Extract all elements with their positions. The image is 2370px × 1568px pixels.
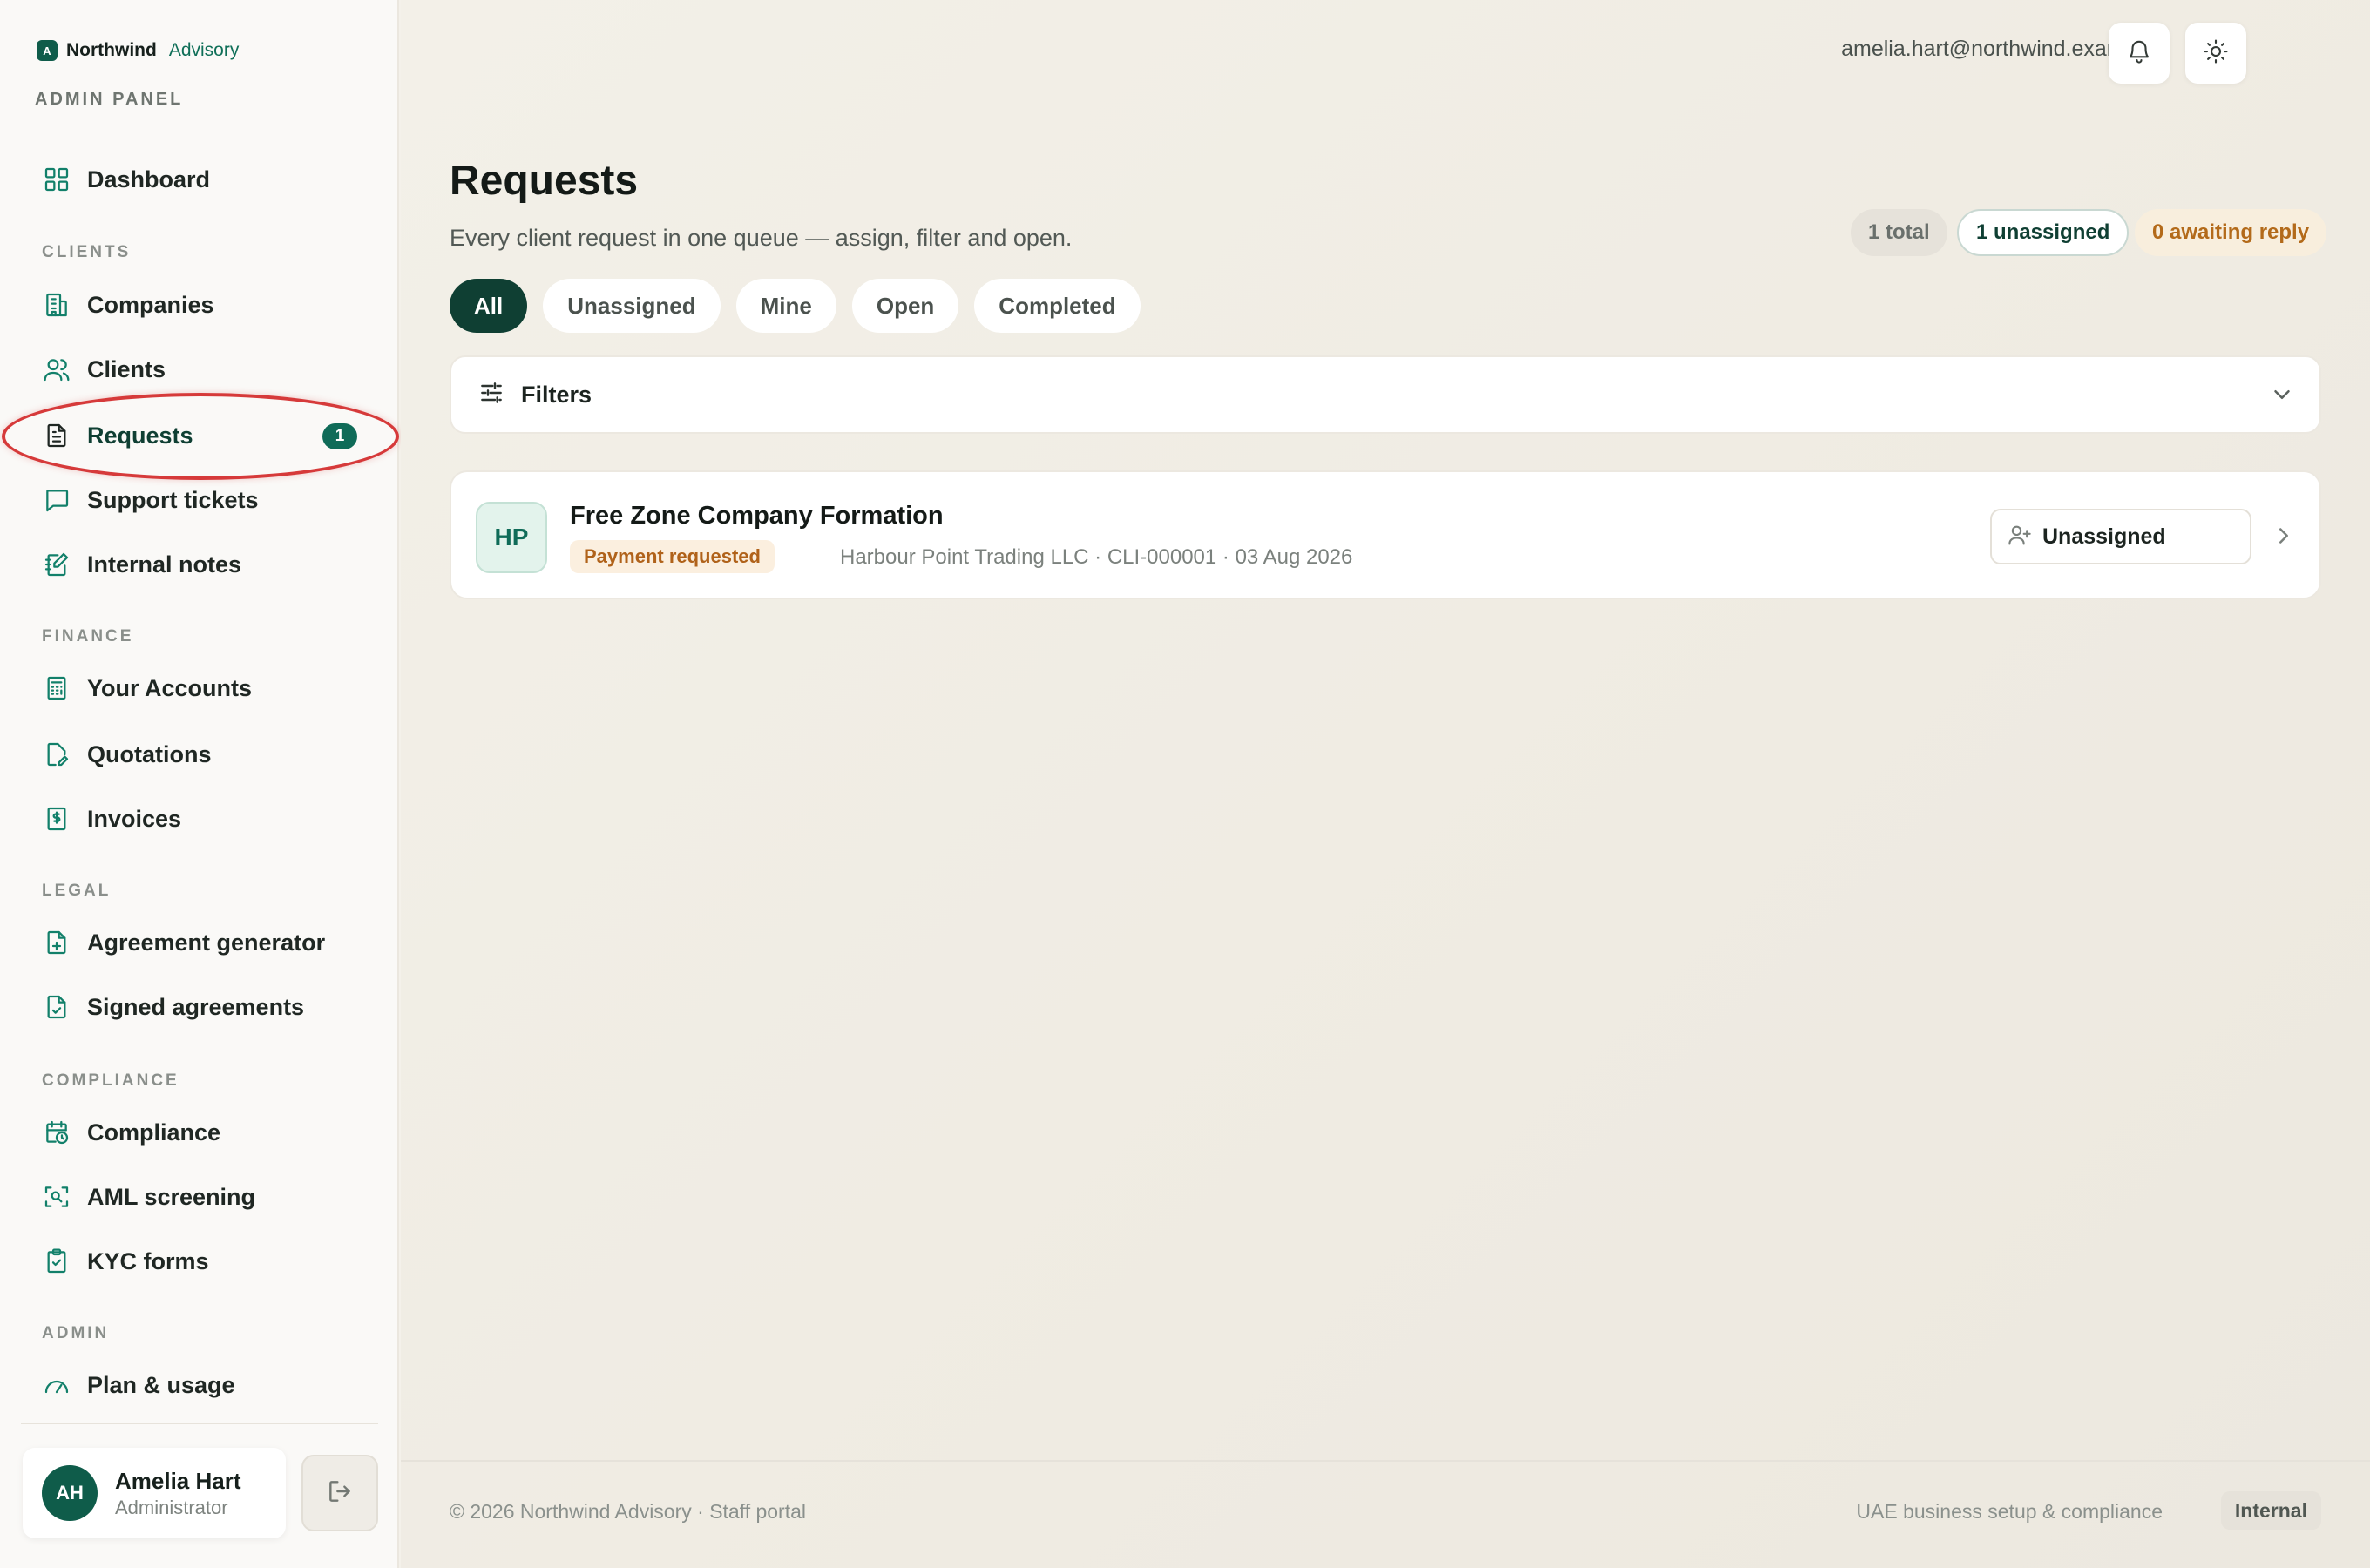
avatar: AH (42, 1465, 98, 1521)
user-card[interactable]: AH Amelia Hart Administrator (23, 1448, 286, 1538)
sidebar-divider (21, 1423, 378, 1424)
page-subtitle: Every client request in one queue — assi… (450, 225, 1073, 251)
user-name: Amelia Hart (115, 1467, 241, 1494)
sidebar-item-internal-notes[interactable]: Internal notes (35, 540, 366, 589)
section-label-finance: FINANCE (42, 627, 134, 645)
stat-unassigned-badge: 1 unassigned (1957, 209, 2130, 256)
file-check-icon (42, 992, 71, 1022)
logout-button[interactable] (301, 1455, 378, 1531)
sidebar-item-label: Signed agreements (87, 993, 305, 1020)
sidebar-item-label: KYC forms (87, 1247, 209, 1274)
request-title: Free Zone Company Formation (570, 502, 944, 530)
assign-label: Unassigned (2042, 524, 2166, 549)
user-info: Amelia Hart Administrator (115, 1468, 241, 1519)
calendar-clock-icon (42, 1118, 71, 1147)
chevron-down-icon (2269, 382, 2295, 412)
requests-count-badge: 1 (322, 423, 357, 449)
sidebar-item-invoices[interactable]: Invoices (35, 794, 366, 843)
note-edit-icon (42, 550, 71, 579)
tab-open[interactable]: Open (851, 279, 959, 333)
footer: © 2026 Northwind Advisory · Staff portal… (401, 1460, 2370, 1568)
footer-tagline: UAE business setup & compliance (1856, 1500, 2163, 1523)
sidebar-item-agreement-generator[interactable]: Agreement generator (35, 918, 366, 967)
sidebar-item-signed-agreements[interactable]: Signed agreements (35, 983, 366, 1031)
tab-all[interactable]: All (450, 279, 528, 333)
sidebar-item-clients[interactable]: Clients (35, 345, 366, 394)
filter-tabs: All Unassigned Mine Open Completed (450, 279, 1156, 333)
section-label-admin: ADMIN (42, 1324, 110, 1342)
sidebar-item-label: AML screening (87, 1183, 256, 1210)
brand-sub: Advisory (168, 40, 240, 60)
brand-name: Northwind (66, 40, 157, 60)
section-label-clients: CLIENTS (42, 243, 132, 261)
panel-label: ADMIN PANEL (35, 90, 184, 109)
sidebar-item-label: Agreement generator (87, 929, 326, 956)
sidebar-item-support-tickets[interactable]: Support tickets (35, 476, 366, 524)
request-row[interactable]: HP Free Zone Company Formation Payment r… (450, 470, 2321, 599)
building-icon (42, 290, 71, 320)
theme-toggle-button[interactable] (2185, 23, 2246, 84)
sidebar-item-label: Companies (87, 291, 214, 318)
brand[interactable]: A Northwind Advisory (37, 40, 239, 61)
stat-awaiting-badge: 0 awaiting reply (2135, 209, 2327, 256)
sidebar-item-label: Dashboard (87, 166, 211, 193)
scan-search-icon (42, 1182, 71, 1212)
stat-total-badge: 1 total (1851, 209, 1947, 256)
gauge-icon (42, 1370, 71, 1400)
sliders-icon (477, 379, 505, 411)
bell-icon (2126, 38, 2152, 69)
user-role: Administrator (115, 1496, 228, 1518)
notifications-button[interactable] (2109, 23, 2170, 84)
sidebar-item-dashboard[interactable]: Dashboard (35, 155, 366, 204)
sidebar-item-quotations[interactable]: Quotations (35, 730, 366, 779)
sidebar-item-your-accounts[interactable]: Your Accounts (35, 664, 366, 713)
request-meta: Harbour Point Trading LLC · CLI-000001 ·… (840, 545, 1353, 569)
sidebar-item-label: Support tickets (87, 486, 259, 513)
chat-icon (42, 485, 71, 515)
filters-label: Filters (521, 381, 592, 408)
assign-button[interactable]: Unassigned (1990, 509, 2252, 564)
sidebar-item-label: Internal notes (87, 551, 242, 578)
tab-mine[interactable]: Mine (735, 279, 836, 333)
section-label-legal: LEGAL (42, 882, 112, 900)
sidebar-item-kyc-forms[interactable]: KYC forms (35, 1237, 366, 1286)
section-label-compliance: COMPLIANCE (42, 1071, 179, 1090)
filters-toggle[interactable]: Filters (450, 355, 2321, 434)
tab-completed[interactable]: Completed (974, 279, 1141, 333)
page-title: Requests (450, 158, 639, 204)
user-plus-icon (2008, 523, 2032, 551)
main-content: amelia.hart@northwind.example Requests E… (401, 0, 2370, 1568)
company-avatar: HP (476, 502, 547, 573)
file-pen-icon (42, 740, 71, 769)
status-badge: Payment requested (570, 540, 775, 573)
sidebar-item-companies[interactable]: Companies (35, 280, 366, 329)
sidebar-item-label: Plan & usage (87, 1371, 235, 1398)
clipboard-check-icon (42, 1247, 71, 1276)
sidebar-item-label: Clients (87, 355, 166, 382)
sidebar-item-label: Requests (87, 422, 193, 449)
footer-badge: Internal (2220, 1491, 2321, 1530)
dashboard-icon (42, 165, 71, 194)
chevron-right-icon[interactable] (2271, 523, 2297, 553)
invoice-dollar-icon (42, 804, 71, 834)
sidebar-item-label: Quotations (87, 740, 212, 767)
user-email: amelia.hart@northwind.example (1841, 37, 2154, 61)
logout-icon (326, 1477, 354, 1510)
brand-logo-icon: A (37, 40, 58, 61)
sidebar: A Northwind Advisory ADMIN PANEL Dashboa… (0, 0, 399, 1568)
footer-copyright: © 2026 Northwind Advisory · Staff portal (450, 1500, 807, 1523)
calculator-icon (42, 673, 71, 703)
users-icon (42, 355, 71, 384)
file-plus-icon (42, 928, 71, 957)
sidebar-item-label: Your Accounts (87, 674, 253, 701)
document-icon (42, 421, 71, 450)
sidebar-item-requests[interactable]: Requests 1 (35, 411, 366, 460)
sidebar-item-label: Compliance (87, 1119, 221, 1146)
sidebar-item-label: Invoices (87, 805, 182, 832)
sidebar-item-aml-screening[interactable]: AML screening (35, 1173, 366, 1221)
sidebar-item-plan-usage[interactable]: Plan & usage (35, 1361, 366, 1409)
tab-unassigned[interactable]: Unassigned (543, 279, 721, 333)
sun-icon (2203, 38, 2229, 69)
sidebar-item-compliance[interactable]: Compliance (35, 1108, 366, 1157)
